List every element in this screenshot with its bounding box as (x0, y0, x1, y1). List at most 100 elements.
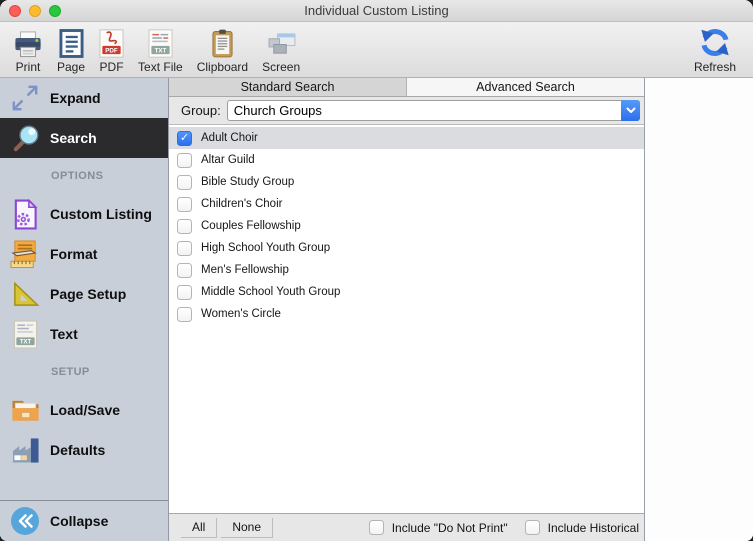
list-item-label: High School Youth Group (201, 242, 330, 254)
sidebar-item-search[interactable]: Search (0, 118, 168, 158)
svg-text:PDF: PDF (105, 47, 118, 54)
app-window: Individual Custom Listing Print (0, 0, 753, 541)
sidebar-item-format[interactable]: Format (0, 234, 168, 274)
all-button[interactable]: All (181, 518, 217, 538)
sidebar-item-label: Format (50, 246, 97, 262)
minimize-button[interactable] (29, 5, 41, 17)
group-list: ✓ Adult Choir Altar Guild Bible Study Gr… (169, 125, 644, 513)
sidebar-item-text[interactable]: TXT Text (0, 314, 168, 354)
list-item[interactable]: Children's Choir (169, 193, 644, 215)
refresh-icon (698, 27, 732, 58)
page-icon (59, 27, 84, 58)
group-dropdown-value: Church Groups (228, 103, 621, 118)
sidebar-section-setup: SETUP (0, 354, 168, 390)
page-button[interactable]: Page (50, 27, 92, 74)
print-button[interactable]: Print (6, 27, 50, 74)
tab-advanced-search[interactable]: Advanced Search (407, 78, 644, 96)
svg-text:TXT: TXT (19, 339, 31, 345)
expand-icon (0, 82, 50, 114)
sidebar-section-options: OPTIONS (0, 158, 168, 194)
pdf-button[interactable]: PDF PDF (92, 27, 131, 74)
text-file-icon: TXT (148, 27, 173, 58)
custom-listing-icon (0, 199, 50, 230)
sidebar-item-label: Expand (50, 90, 101, 106)
group-row: Group: Church Groups (169, 97, 644, 125)
include-do-not-print-option[interactable]: Include "Do Not Print" (369, 520, 508, 535)
sidebar-spacer (0, 470, 168, 500)
window-title: Individual Custom Listing (0, 3, 753, 18)
factory-icon (0, 437, 50, 464)
list-item[interactable]: Men's Fellowship (169, 259, 644, 281)
checkbox[interactable] (369, 520, 384, 535)
print-label: Print (16, 60, 41, 74)
list-item[interactable]: ✓ Adult Choir (169, 127, 644, 149)
screen-label: Screen (262, 60, 300, 74)
refresh-label: Refresh (694, 60, 736, 74)
page-setup-icon (0, 280, 50, 308)
list-item[interactable]: Altar Guild (169, 149, 644, 171)
zoom-button[interactable] (49, 5, 61, 17)
group-label: Group: (181, 103, 221, 118)
list-item-label: Children's Choir (201, 198, 282, 210)
list-item[interactable]: Couples Fellowship (169, 215, 644, 237)
list-item-label: Men's Fellowship (201, 264, 289, 276)
clipboard-icon (211, 27, 234, 58)
collapse-circle-icon (0, 506, 50, 536)
list-item[interactable]: Middle School Youth Group (169, 281, 644, 303)
search-panel: Standard Search Advanced Search Group: C… (169, 78, 645, 541)
toolbar: Print Page PDF (0, 22, 753, 78)
list-item-label: Middle School Youth Group (201, 286, 340, 298)
search-icon (0, 122, 50, 155)
checkbox[interactable] (177, 175, 192, 190)
sidebar-item-expand[interactable]: Expand (0, 78, 168, 118)
chevron-down-icon[interactable] (621, 100, 640, 121)
include-historical-option[interactable]: Include Historical (525, 520, 639, 535)
sidebar-item-defaults[interactable]: Defaults (0, 430, 168, 470)
sidebar-item-page-setup[interactable]: Page Setup (0, 274, 168, 314)
group-dropdown[interactable]: Church Groups (227, 100, 640, 121)
main-content: Expand Search OPTIONS (0, 78, 753, 541)
checkbox[interactable] (177, 263, 192, 278)
svg-text:TXT: TXT (154, 47, 166, 54)
checkbox[interactable]: ✓ (177, 131, 192, 146)
list-item[interactable]: Bible Study Group (169, 171, 644, 193)
close-button[interactable] (9, 5, 21, 17)
tab-label: Standard Search (241, 80, 335, 94)
list-item[interactable]: High School Youth Group (169, 237, 644, 259)
sidebar-item-label: Collapse (50, 513, 108, 529)
checkbox[interactable] (177, 285, 192, 300)
sidebar-item-load-save[interactable]: Load/Save (0, 390, 168, 430)
sidebar-item-label: Page Setup (50, 286, 126, 302)
list-item-label: Women's Circle (201, 308, 281, 320)
sidebar-item-custom-listing[interactable]: Custom Listing (0, 194, 168, 234)
list-item[interactable]: Women's Circle (169, 303, 644, 325)
list-footer: All None Include "Do Not Print" Include … (169, 513, 644, 541)
list-item-label: Bible Study Group (201, 176, 294, 188)
pdf-label: PDF (100, 60, 124, 74)
checkbox[interactable] (525, 520, 540, 535)
text-file-button[interactable]: TXT Text File (131, 27, 190, 74)
printer-icon (13, 27, 43, 58)
title-bar: Individual Custom Listing (0, 0, 753, 22)
none-button[interactable]: None (221, 518, 273, 538)
sidebar-item-collapse[interactable]: Collapse (0, 500, 168, 541)
tab-standard-search[interactable]: Standard Search (169, 78, 407, 96)
checkbox[interactable] (177, 219, 192, 234)
checkbox[interactable] (177, 241, 192, 256)
list-item-label: Adult Choir (201, 132, 258, 144)
window-controls (0, 5, 61, 17)
text-file-label: Text File (138, 60, 183, 74)
checkbox[interactable] (177, 153, 192, 168)
folder-icon (0, 396, 50, 424)
list-item-label: Altar Guild (201, 154, 255, 166)
search-tabs: Standard Search Advanced Search (169, 78, 644, 97)
clipboard-button[interactable]: Clipboard (190, 27, 255, 74)
checkbox[interactable] (177, 307, 192, 322)
list-item-label: Couples Fellowship (201, 220, 301, 232)
text-icon: TXT (0, 320, 50, 349)
format-icon (0, 240, 50, 269)
checkbox[interactable] (177, 197, 192, 212)
sidebar-item-label: Load/Save (50, 402, 120, 418)
screen-button[interactable]: Screen (255, 27, 307, 74)
refresh-button[interactable]: Refresh (687, 27, 743, 74)
